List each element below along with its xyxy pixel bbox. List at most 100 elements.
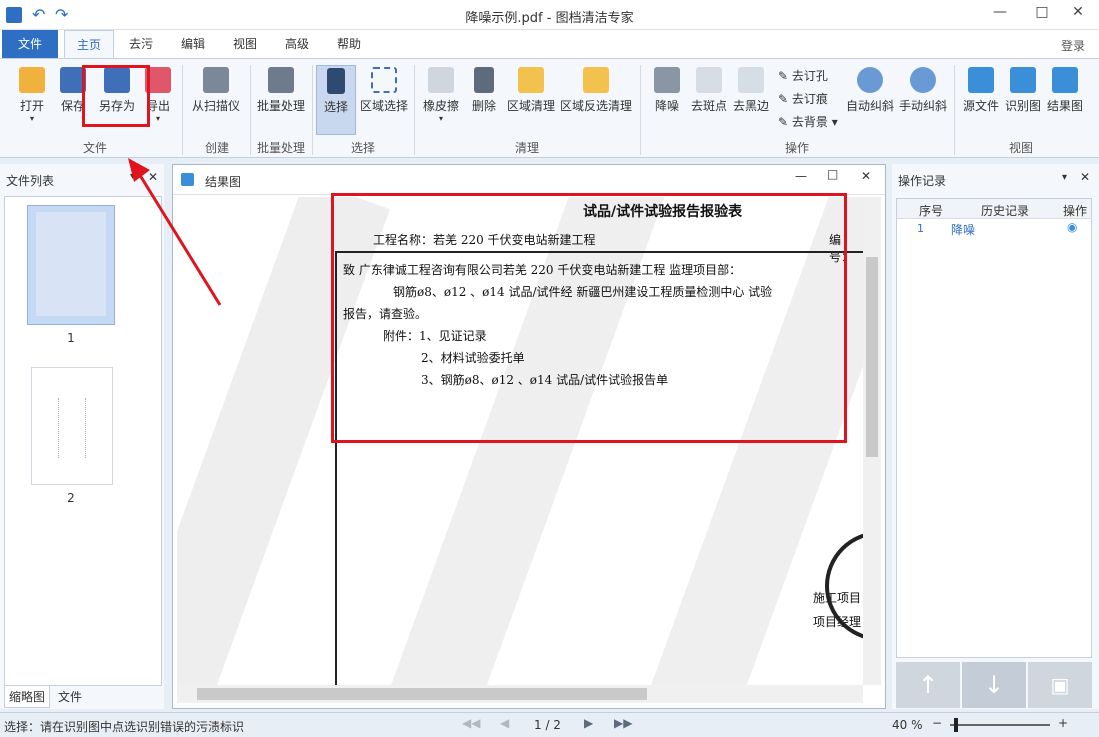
noise-icon	[654, 67, 680, 93]
doc-close-button[interactable]: ✕	[861, 169, 871, 183]
horizontal-scrollbar[interactable]	[177, 685, 863, 703]
zoom-out-icon[interactable]: −	[932, 716, 942, 730]
delete-record-button[interactable]: ▣	[1028, 662, 1092, 708]
tab-advanced[interactable]: 高级	[274, 30, 320, 58]
minimize-button[interactable]: —	[985, 4, 1015, 20]
group-view: 视图	[1008, 141, 1033, 155]
window-title: 降噪示例.pdf - 图档清洁专家	[465, 11, 634, 26]
folder-icon	[19, 67, 45, 93]
panel-dropdown-icon[interactable]: ▾	[1062, 172, 1067, 183]
ocr-image-icon	[1010, 67, 1036, 93]
tab-thumbnails[interactable]: 缩略图	[4, 686, 50, 708]
tab-home[interactable]: 主页	[64, 30, 114, 58]
remove-marks-button[interactable]: ✎ 去订痕	[778, 90, 828, 107]
marks-icon: ✎	[778, 92, 789, 106]
history-header: 序号 历史记录 操作	[897, 199, 1091, 219]
operation-log-panel: 操作记录 ▾ ✕ 序号 历史记录 操作 1 降噪 ◉ ↑ ↓ ▣	[892, 164, 1099, 709]
manual-rotate-icon	[910, 67, 936, 93]
table-row[interactable]: 1 降噪 ◉	[897, 220, 1091, 237]
group-clean: 清理	[514, 141, 539, 155]
ribbon: 打开 ▾ 保存 另存为 导出 ▾ 从扫描仪 批量处理 选择 区域选择 橡皮擦 ▾ 删除…	[0, 58, 1099, 158]
last-page-icon[interactable]: ▶▶	[614, 716, 632, 730]
tab-decontaminate[interactable]: 去污	[118, 30, 164, 58]
annotation-arrow	[128, 158, 222, 306]
remove-black-edges-button[interactable]: 去黑边	[730, 67, 772, 114]
eye-icon[interactable]: ◉	[1067, 220, 1077, 234]
result-view-window: 结果图 — □ ✕ 试品/试件试验报告报验表 工程名称：若羌 220 千伏变电站…	[172, 164, 886, 709]
status-text: 选择：请在识别图中点选识别错误的污渍标识	[4, 720, 245, 734]
move-down-button[interactable]: ↓	[962, 662, 1026, 708]
move-up-button[interactable]: ↑	[896, 662, 960, 708]
denoise-button[interactable]: 降噪	[650, 67, 684, 114]
page-number: 1	[67, 331, 75, 345]
tab-edit[interactable]: 编辑	[170, 30, 216, 58]
group-operate: 操作	[784, 141, 809, 155]
doc-maximize-button[interactable]: □	[827, 167, 838, 181]
operation-log-title: 操作记录	[898, 174, 947, 188]
spot-eraser-icon	[696, 67, 722, 93]
content-highlight	[331, 193, 847, 443]
tab-files[interactable]: 文件	[52, 686, 88, 708]
status-bar: 选择：请在识别图中点选识别错误的污渍标识 ◀◀ ◀ 1 / 2 ▶ ▶▶ 40 …	[0, 712, 1099, 737]
first-page-icon[interactable]: ◀◀	[462, 716, 480, 730]
vertical-scrollbar[interactable]	[863, 197, 881, 685]
cursor-icon	[327, 68, 345, 94]
remove-spots-button[interactable]: 去斑点	[688, 67, 730, 114]
prev-page-icon[interactable]: ◀	[500, 716, 509, 730]
background-icon: ✎	[778, 115, 789, 129]
broom-invert-icon	[583, 67, 609, 93]
source-image-icon	[968, 67, 994, 93]
col-header: 历史记录	[981, 204, 1030, 218]
edge-eraser-icon	[738, 67, 764, 93]
region-invert-clean-button[interactable]: 区域反选清理	[558, 67, 634, 114]
batch-button[interactable]: 批量处理	[254, 67, 308, 114]
tab-help[interactable]: 帮助	[326, 30, 372, 58]
zoom-level: 40 %	[892, 718, 923, 732]
broom-icon	[518, 67, 544, 93]
document-tab-bar: 结果图 — □ ✕	[173, 165, 885, 195]
region-clean-button[interactable]: 区域清理	[504, 67, 558, 114]
page-thumbnail[interactable]	[27, 205, 115, 325]
scanner-icon	[203, 67, 229, 93]
region-select-button[interactable]: 区域选择	[358, 67, 410, 114]
maximize-button[interactable]: □	[1027, 4, 1057, 20]
panel-close-icon[interactable]: ✕	[1080, 170, 1090, 184]
result-view-button[interactable]: 结果图	[1044, 67, 1086, 114]
tab-file[interactable]: 文件	[2, 30, 58, 58]
batch-icon	[268, 67, 294, 93]
page-thumbnail[interactable]	[31, 367, 113, 485]
scan-button[interactable]: 从扫描仪	[188, 67, 244, 114]
zoom-thumb[interactable]	[954, 718, 958, 732]
source-view-button[interactable]: 源文件	[960, 67, 1002, 114]
auto-rotate-icon	[857, 67, 883, 93]
manual-deskew-button[interactable]: 手动纠斜	[896, 67, 950, 114]
col-header: 序号	[919, 204, 944, 218]
page-number: 2	[67, 491, 75, 505]
remove-background-button[interactable]: ✎ 去背景 ▾	[778, 113, 838, 130]
select-button[interactable]: 选择	[316, 65, 356, 135]
zoom-in-icon[interactable]: +	[1058, 716, 1068, 730]
result-image-icon	[1052, 67, 1078, 93]
title-bar: ↶ ↷ 降噪示例.pdf - 图档清洁专家 — □ ✕	[0, 0, 1099, 30]
next-page-icon[interactable]: ▶	[584, 716, 593, 730]
open-button[interactable]: 打开 ▾	[12, 67, 52, 123]
ocr-view-button[interactable]: 识别图	[1002, 67, 1044, 114]
history-table: 序号 历史记录 操作 1 降噪 ◉	[896, 198, 1092, 658]
eraser-button[interactable]: 橡皮擦 ▾	[420, 67, 462, 123]
doc-minimize-button[interactable]: —	[795, 169, 807, 183]
remove-holes-button[interactable]: ✎ 去订孔	[778, 67, 828, 84]
file-list-title: 文件列表	[6, 174, 55, 188]
menu-bar: 文件 主页 去污 编辑 视图 高级 帮助 登录	[0, 30, 1099, 58]
zoom-slider[interactable]	[950, 718, 1050, 732]
region-icon	[371, 67, 397, 93]
auto-deskew-button[interactable]: 自动纠斜	[844, 67, 896, 114]
row-record: 降噪	[951, 223, 976, 237]
page-indicator: 1 / 2	[534, 718, 561, 732]
col-header: 操作	[1063, 204, 1088, 218]
tab-view[interactable]: 视图	[222, 30, 268, 58]
close-button[interactable]: ✕	[1063, 4, 1093, 20]
group-select: 选择	[350, 141, 375, 155]
delete-button[interactable]: 删除	[468, 67, 500, 114]
login-link[interactable]: 登录	[1061, 37, 1085, 54]
group-batch: 批量处理	[256, 141, 305, 155]
